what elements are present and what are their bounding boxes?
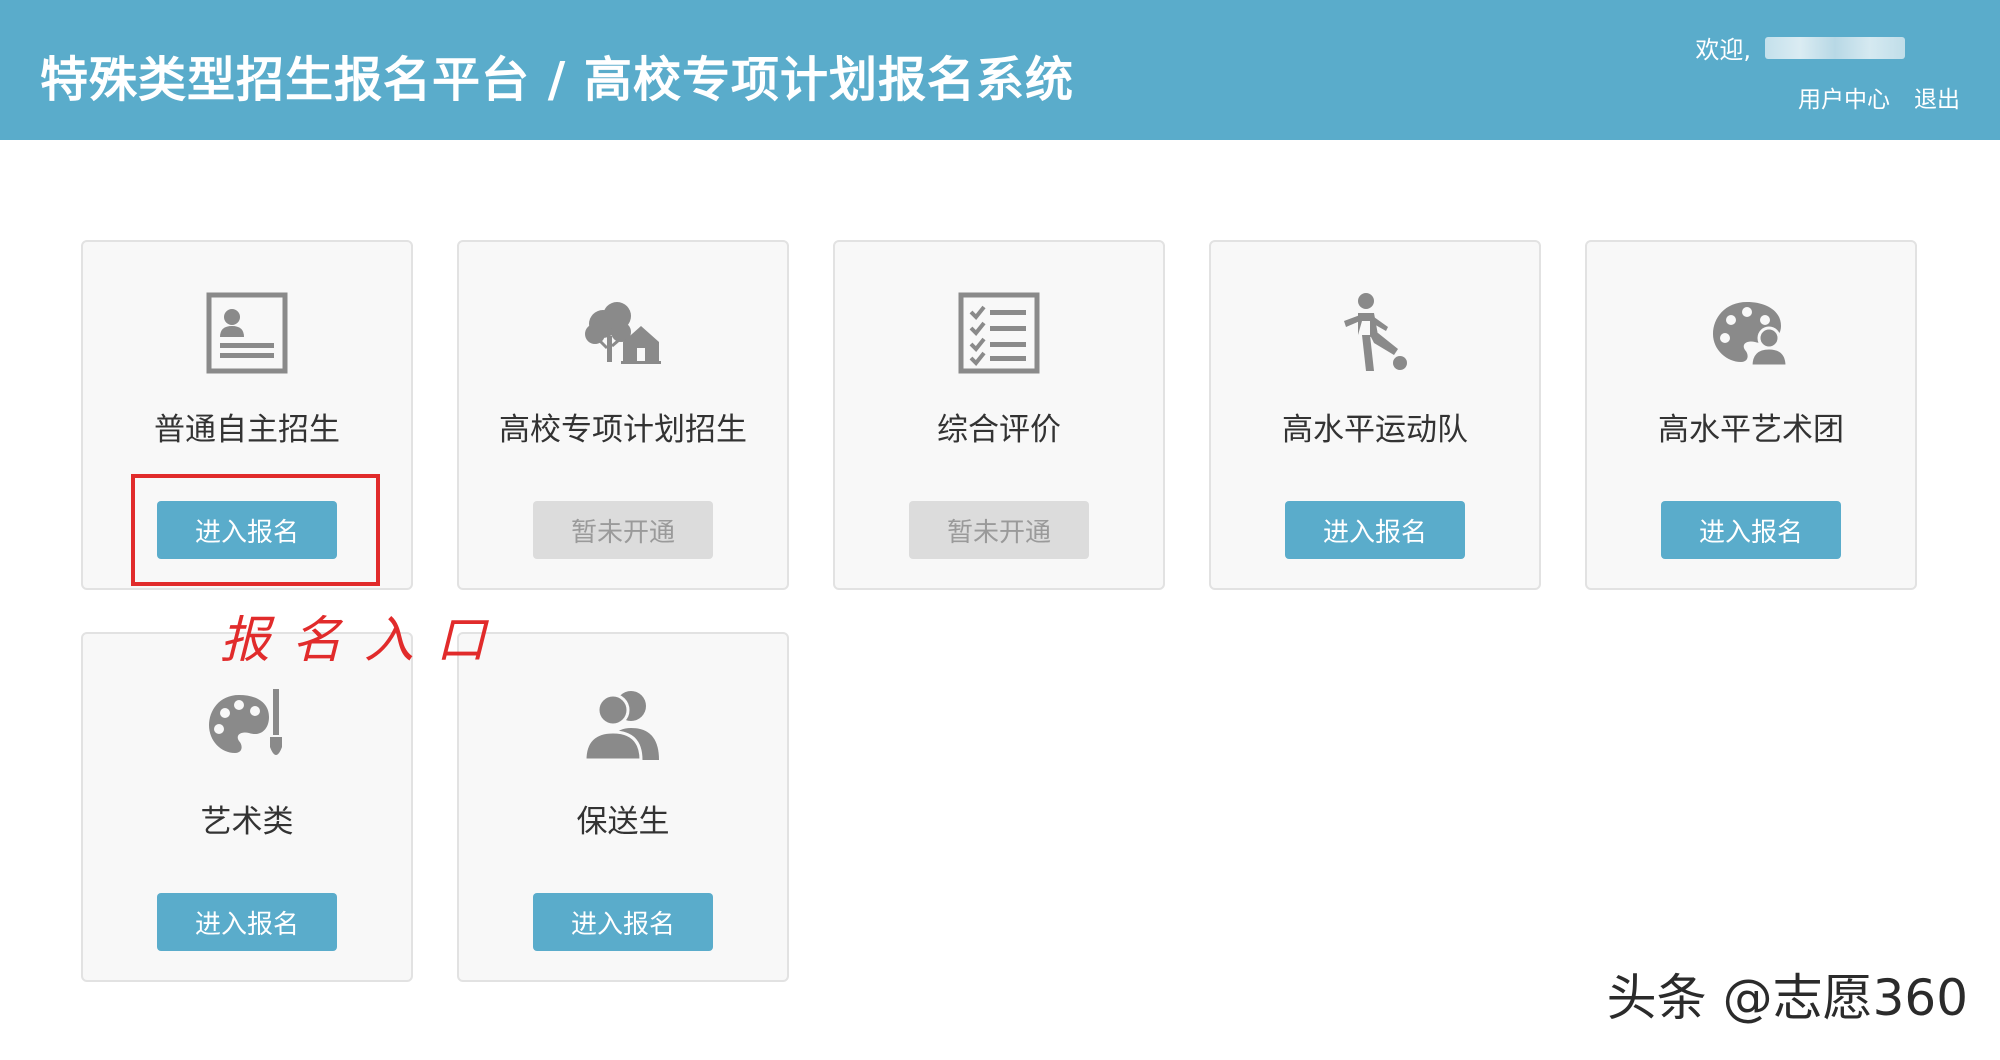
enter-registration-button[interactable]: 进入报名	[1285, 501, 1465, 559]
card-recommended-students: 保送生 进入报名	[457, 632, 789, 982]
highlight-box	[131, 474, 380, 586]
card-high-level-sports-team: 高水平运动队 进入报名	[1209, 240, 1541, 590]
card-title: 综合评价	[937, 412, 1061, 448]
welcome-area: 欢迎,	[1695, 30, 1905, 65]
username-blurred	[1765, 36, 1905, 59]
watermark: 头条 @志愿360	[1606, 969, 1968, 1027]
card-title: 高水平艺术团	[1658, 412, 1844, 448]
palette-brush-icon	[202, 680, 292, 770]
card-title: 高校专项计划招生	[499, 412, 747, 448]
id-card-icon	[202, 288, 292, 378]
enter-registration-button[interactable]: 进入报名	[533, 893, 713, 951]
card-title: 保送生	[576, 804, 670, 840]
card-title: 高水平运动队	[1282, 412, 1468, 448]
card-title: 艺术类	[200, 804, 294, 840]
header-links: 用户中心 退出	[1798, 80, 1960, 114]
not-open-button: 暂未开通	[909, 501, 1089, 559]
soccer-player-icon	[1330, 288, 1420, 378]
annotation-label: 报名入口	[220, 611, 508, 669]
card-university-special-plan: 高校专项计划招生 暂未开通	[457, 240, 789, 590]
enter-registration-button[interactable]: 进入报名	[157, 893, 337, 951]
tree-house-icon	[578, 288, 668, 378]
card-high-level-art-troupe: 高水平艺术团 进入报名	[1585, 240, 1917, 590]
welcome-text: 欢迎,	[1695, 36, 1751, 64]
not-open-button: 暂未开通	[533, 501, 713, 559]
card-comprehensive-evaluation: 综合评价 暂未开通	[833, 240, 1165, 590]
user-center-link[interactable]: 用户中心	[1798, 80, 1890, 114]
enter-registration-button[interactable]: 进入报名	[1661, 501, 1841, 559]
checklist-icon	[954, 288, 1044, 378]
users-icon	[578, 680, 668, 770]
page-header: 特殊类型招生报名平台 / 高校专项计划报名系统 欢迎, 用户中心 退出	[0, 0, 2000, 140]
card-title: 普通自主招生	[154, 412, 340, 448]
logout-link[interactable]: 退出	[1914, 80, 1960, 114]
palette-person-icon	[1706, 288, 1796, 378]
card-arts: 艺术类 进入报名	[81, 632, 413, 982]
page-title: 特殊类型招生报名平台 / 高校专项计划报名系统	[40, 52, 1074, 108]
